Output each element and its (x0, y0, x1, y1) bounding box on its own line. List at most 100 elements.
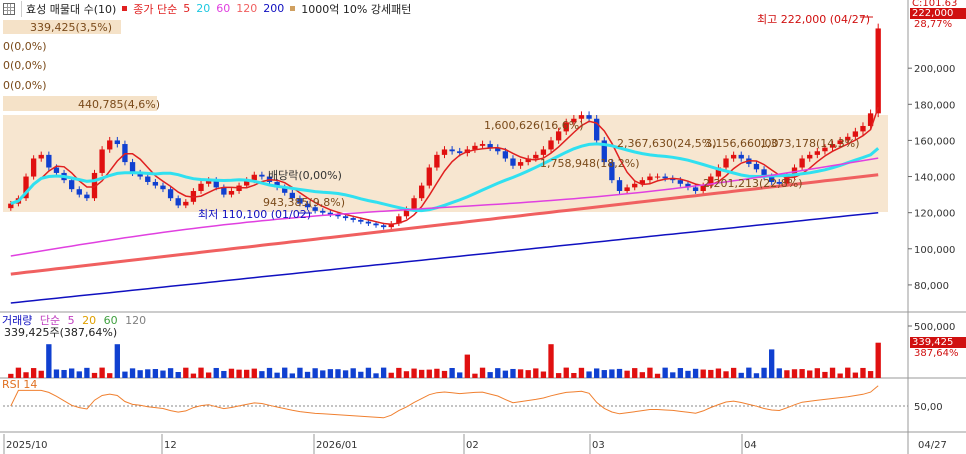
candle-body-29 (228, 190, 235, 195)
ma60-label: 60 (216, 2, 231, 15)
stock-chart[interactable]: 200,000 180,000 160,000 140,000 120,000 100,0… (0, 0, 966, 454)
x-right-label: 04/27 (918, 440, 947, 451)
volume-bar-57 (441, 370, 448, 378)
volume-bar-109 (837, 373, 843, 378)
volume-tick-label-0: 500,000 (914, 322, 955, 333)
x-tick-label-2: 2026/01 (316, 440, 358, 451)
volume-bar-88 (677, 368, 684, 378)
volume-bar-100 (769, 349, 775, 378)
volume-bar-78 (601, 370, 607, 378)
volume-bar-68 (525, 370, 531, 378)
volume-bar-4 (38, 370, 44, 378)
ma-legend-prefix: 종가 단순 (133, 2, 178, 16)
candle-body-3 (30, 158, 37, 177)
band-label-9: 1,373,178(14,3%) (760, 137, 860, 150)
volume-legend-p120: 120 (125, 314, 147, 327)
band-label-1: 0(0,0%) (3, 40, 47, 53)
candle-body-106 (814, 151, 820, 155)
volume-bar-13 (107, 373, 113, 378)
volume-bar-18 (145, 369, 151, 378)
candle-body-32 (251, 174, 257, 181)
volume-bar-67 (517, 369, 524, 378)
volume-bar-19 (152, 369, 159, 378)
volume-bar-54 (419, 369, 425, 378)
volume-bar-87 (670, 372, 676, 378)
volume-bar-73 (563, 367, 569, 378)
volume-bar-72 (555, 373, 562, 378)
volume-bar-99 (761, 367, 767, 378)
volume-bar-106 (814, 368, 820, 378)
volume-bar-24 (190, 373, 197, 378)
volume-bar-51 (396, 367, 402, 378)
volume-bar-31 (244, 369, 250, 378)
rsi-legend-label: RSI 14 (2, 378, 38, 391)
volume-bar-56 (434, 368, 440, 378)
price-tick-label-3: 140,000 (914, 173, 955, 184)
candle-body-81 (624, 187, 630, 191)
volume-bar-16 (129, 368, 136, 378)
candle-body-49 (380, 225, 387, 228)
candle-body-105 (807, 154, 813, 159)
candle-body-25 (198, 183, 204, 191)
volume-bar-9 (76, 371, 82, 378)
volume-bar-89 (685, 370, 691, 378)
candle-body-33 (259, 174, 265, 177)
volume-bar-10 (84, 367, 90, 378)
price-tick-label-0: 200,000 (914, 64, 955, 75)
volume-bar-112 (860, 367, 866, 378)
band-label-6: 1,758,948(18,2%) (540, 157, 640, 170)
volume-bar-5 (46, 344, 52, 378)
volume-bar-29 (228, 368, 235, 378)
candle-body-76 (586, 115, 592, 119)
candle-body-41 (320, 210, 326, 213)
volume-bar-43 (335, 369, 341, 378)
volume-bar-86 (662, 367, 668, 378)
volume-bar-15 (122, 371, 128, 378)
price-tick-label-1: 180,000 (914, 100, 955, 111)
candle-body-54 (419, 185, 425, 199)
volume-bar-17 (137, 370, 143, 378)
candle-body-63 (487, 144, 493, 148)
price-tick-label-2: 160,000 (914, 136, 955, 147)
volume-bar-63 (487, 372, 493, 378)
candle-body-72 (555, 131, 562, 141)
candle-body-48 (373, 223, 379, 226)
candle-body-46 (358, 219, 364, 222)
volume-bar-46 (358, 371, 364, 378)
volume-bar-25 (198, 367, 204, 378)
candle-body-69 (533, 154, 539, 159)
candle-body-53 (411, 198, 417, 210)
volume-bar-20 (160, 370, 166, 378)
volume-bar-38 (297, 367, 303, 378)
volume-bar-93 (715, 368, 722, 378)
volume-bar-40 (312, 368, 318, 378)
volume-bar-105 (807, 370, 813, 378)
volume-bar-101 (776, 368, 782, 378)
candle-body-70 (540, 149, 547, 155)
volume-bar-104 (799, 369, 805, 378)
candle-body-62 (479, 144, 486, 146)
chart-canvas[interactable]: 200,000 180,000 160,000 140,000 120,000 100,0… (0, 0, 966, 454)
ma20-label: 20 (196, 2, 211, 15)
grid-icon[interactable] (3, 2, 15, 15)
volume-bar-90 (692, 368, 699, 378)
candle-body-57 (441, 149, 448, 155)
volume-bar-111 (852, 372, 859, 378)
candle-body-21 (167, 189, 174, 199)
volume-current-label: 339,425주(387,64%) (4, 326, 118, 339)
volume-bar-74 (571, 372, 577, 378)
volume-bar-47 (365, 367, 372, 378)
volume-bar-59 (457, 372, 463, 378)
candle-body-55 (426, 167, 432, 186)
volume-bar-42 (327, 369, 334, 378)
price-tag-current: 222,000 (910, 8, 966, 19)
candle-body-84 (647, 176, 653, 181)
header-legend: 효성 매물대 수(10) 종가 단순 5 20 60 120 200 1000억… (0, 0, 411, 17)
volume-bar-84 (647, 367, 653, 378)
volume-bar-1 (15, 367, 22, 378)
candle-body-96 (738, 154, 744, 159)
volume-bar-95 (730, 367, 737, 378)
volume-bar-32 (251, 368, 257, 378)
candle-body-58 (449, 149, 455, 152)
x-tick-label-3: 02 (466, 440, 479, 451)
